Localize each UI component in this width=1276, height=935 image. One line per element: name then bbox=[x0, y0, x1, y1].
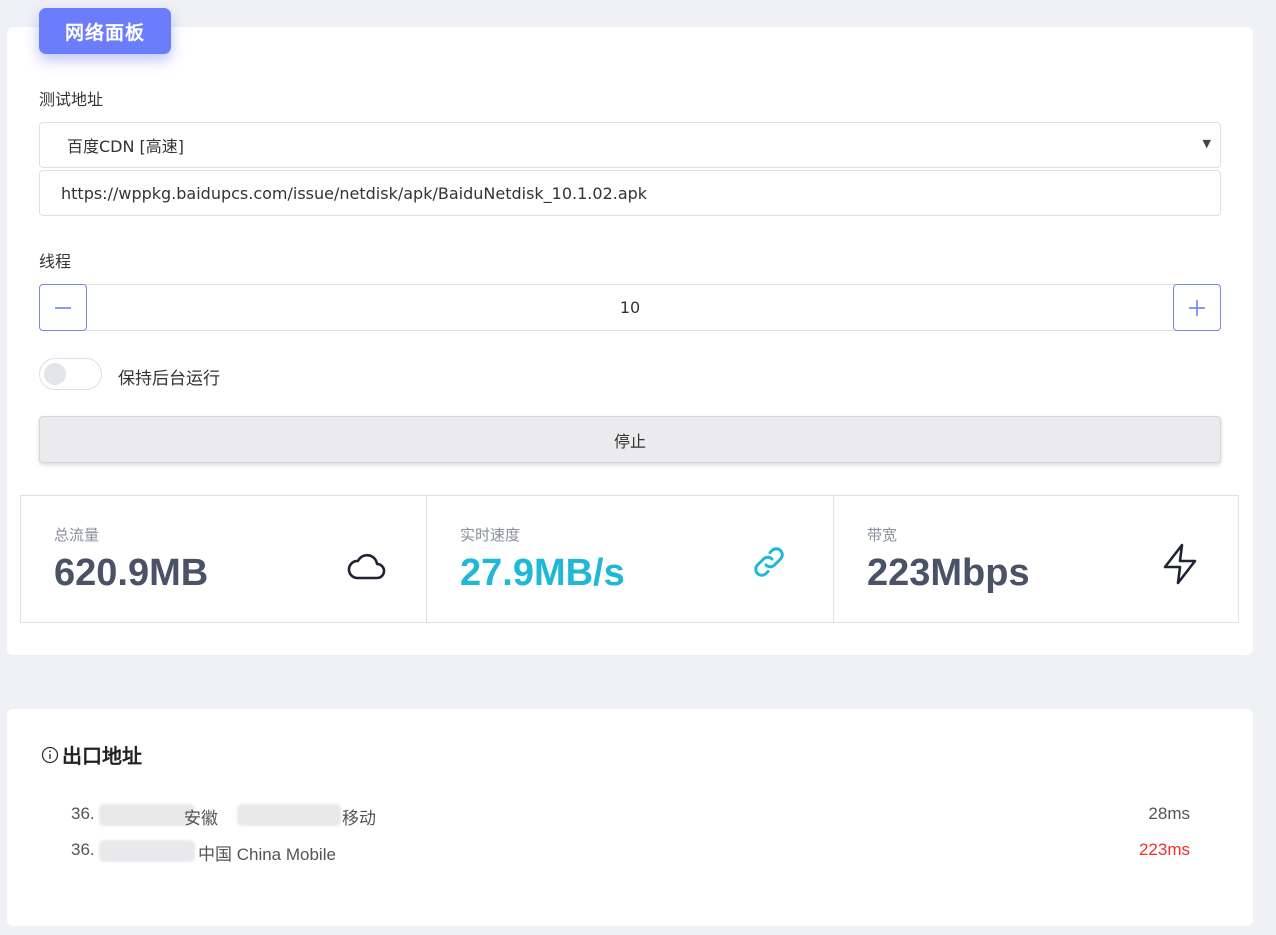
exit-ip: 36. bbox=[71, 804, 95, 823]
stat-value: 27.9MB/s bbox=[460, 552, 625, 594]
address-select[interactable]: 百度CDN [高速] ▼ bbox=[39, 122, 1221, 168]
stat-bandwidth: 带宽 223Mbps bbox=[833, 495, 1239, 623]
redacted-block bbox=[237, 804, 341, 826]
exit-isp: 移动 bbox=[342, 809, 376, 828]
link-icon bbox=[754, 547, 784, 577]
panel-tab[interactable]: 网络面板 bbox=[39, 8, 171, 54]
redacted-block bbox=[99, 804, 195, 826]
decrement-button[interactable] bbox=[39, 284, 87, 331]
cloud-icon bbox=[347, 553, 386, 580]
address-label: 测试地址 bbox=[39, 90, 104, 109]
url-input[interactable]: https://wppkg.baidupcs.com/issue/netdisk… bbox=[39, 170, 1221, 216]
lightning-icon bbox=[1163, 543, 1197, 585]
list-item: 36. 中国 China Mobile 223ms bbox=[71, 840, 1190, 864]
redacted-block bbox=[99, 840, 195, 862]
threads-label: 线程 bbox=[39, 252, 72, 271]
background-toggle-label: 保持后台运行 bbox=[118, 369, 220, 389]
exit-latency: 223ms bbox=[1138, 840, 1190, 859]
address-select-value: 百度CDN [高速] bbox=[67, 137, 185, 156]
threads-value[interactable]: 10 bbox=[40, 285, 1220, 330]
stat-value: 223Mbps bbox=[867, 552, 1030, 594]
stat-title: 实时速度 bbox=[460, 526, 521, 544]
chevron-down-icon: ▼ bbox=[1202, 137, 1211, 150]
stat-title: 总流量 bbox=[54, 526, 100, 544]
background-toggle[interactable] bbox=[39, 358, 102, 390]
stats-row: 总流量 620.9MB 实时速度 27.9MB/s 带宽 223Mbps bbox=[20, 495, 1239, 623]
exit-title-text: 出口地址 bbox=[62, 744, 142, 768]
exit-latency: 28ms bbox=[1148, 804, 1190, 823]
info-icon bbox=[41, 746, 59, 763]
toggle-knob bbox=[44, 363, 66, 385]
url-input-value: https://wppkg.baidupcs.com/issue/netdisk… bbox=[61, 183, 648, 203]
stat-value: 620.9MB bbox=[54, 552, 209, 594]
minus-icon bbox=[55, 306, 71, 309]
stat-total-traffic: 总流量 620.9MB bbox=[20, 495, 427, 623]
increment-button[interactable] bbox=[1173, 284, 1221, 331]
threads-stepper: 10 bbox=[39, 284, 1221, 331]
stop-button[interactable]: 停止 bbox=[39, 416, 1221, 463]
exit-ip: 36. bbox=[71, 840, 95, 859]
plus-icon bbox=[1189, 299, 1205, 316]
stat-realtime-speed: 实时速度 27.9MB/s bbox=[426, 495, 834, 623]
stat-title: 带宽 bbox=[867, 526, 898, 544]
exit-location: 安徽 bbox=[184, 809, 218, 828]
list-item: 36. 安徽 移动 28ms bbox=[71, 804, 1190, 828]
exit-location: 中国 China Mobile bbox=[198, 845, 336, 864]
exit-title: 出口地址 bbox=[40, 740, 142, 769]
